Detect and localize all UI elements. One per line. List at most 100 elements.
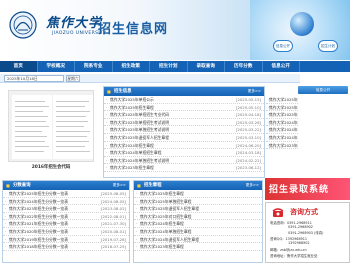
list-item[interactable]: 焦作大学2025年单招招生专业代码 [266,104,298,112]
code-book-image[interactable] [8,90,94,162]
list-item-text[interactable]: 焦作大学2021年招生分分数一览表 [9,221,68,226]
list-item-text[interactable]: 焦作大学2024年单招招生章程 [110,150,161,155]
list-item[interactable]: 焦作大学2025年单独招生章程 [134,198,262,206]
charter-panel-title: 招生章程 [144,183,162,188]
nav-item-scores[interactable]: 历年分数 [225,61,263,72]
list-item[interactable]: 焦作大学2025年招生分分数一览表 [2025-08-05] [3,190,129,198]
list-item-text[interactable]: 焦作大学2024年招生章程 [110,143,154,148]
scores-panel-title: 分数查询 [13,183,31,188]
list-item-date: [2025-05-15] [235,97,261,102]
contact-line: 1392968902 [288,241,310,245]
list-item-date: [2024-06-20] [235,142,261,148]
list-item[interactable]: 焦作大学2023年招生分分数一览表 [2023-08-02] [3,205,129,213]
list-item-date: [2021-07-30] [100,221,126,227]
list-item[interactable]: 焦作大学2025年招生章程 [134,190,262,198]
list-item[interactable]: 焦作大学2024年单独招生章程 [134,228,262,236]
scores-panel: 分数查询 更多>> 焦作大学2025年招生分分数一览表[2025-08-05] … [2,180,130,263]
list-item[interactable]: 焦作大学2022年招生分分数一览表 [2022-08-01] [3,213,129,221]
list-item-date: [2023-08-02] [100,206,126,212]
list-item[interactable]: 焦作大学2025年对口招生章程 [134,213,262,221]
list-item-text[interactable]: 焦作大学2018年招生分分数一览表 [9,244,68,249]
list-item-text[interactable]: 焦作大学2023年招生分分数一览表 [9,206,68,211]
list-item[interactable]: 焦作大学2024年招生章程 [2024-06-20] [104,142,264,150]
list-item[interactable]: 焦作大学2023年招生章程 [2023-06-12] [104,164,264,172]
list-item-text[interactable]: 焦作大学2025年单招招生考试说明 [110,120,169,125]
contact-line: 0391-2968902 [288,225,313,229]
list-item-text[interactable]: 焦作大学2024年单独招生考试说明 [110,158,169,163]
book-left-page [12,95,52,159]
list-item-date: [2024-08-05] [100,198,126,204]
list-item[interactable]: 焦作大学2019年招生分分数一览表 [2019-07-28] [3,236,129,244]
list-item[interactable]: 焦作大学2024年招生章程 [266,119,298,127]
list-item[interactable]: 焦作大学2025年退役军人招生章程 [134,205,262,213]
list-item-date: [2025-04-18] [235,112,261,118]
list-item[interactable]: 焦作大学2023年招生章程 [266,142,298,150]
news-panel: 招生信息 更多>> 焦作大学2025年单招公示 [2025-05-15] 焦作大学… [103,86,265,178]
news-more-link[interactable]: 更多>> [248,87,261,96]
feature-image-caption[interactable]: 2016年招生会代码 [2,164,100,170]
contact-title: 咨询方式 [290,208,318,216]
nav-filler [300,61,350,72]
list-item-text[interactable]: 焦作大学2025年招生分分数一览表 [9,191,68,196]
list-item[interactable]: 焦作大学2024年单独招生分招一览表 [266,134,298,142]
list-item-text[interactable]: 焦作大学2025年单独招生考试说明 [110,127,169,132]
list-item[interactable]: 焦作大学2024年单招招生章程 [2024-03-18] [104,149,264,157]
contact-box: 咨询方式 电话咨询：0391-2968911 0391-2968902 0391… [265,202,350,263]
charter-panel: 招生章程 更多>> 焦作大学2025年招生章程 焦作大学2025年单独招生章程 … [133,180,263,263]
news-panel-title: 招生信息 [114,89,132,94]
list-item-text[interactable]: 焦作大学2020年招生分分数一览表 [9,229,68,234]
nav-item-overview[interactable]: 学校概况 [38,61,75,72]
list-item[interactable]: 焦作大学2025年单独招生考试说明 [2025-03-22] [104,126,264,134]
list-item-text[interactable]: 焦作大学2025年退役军人招生章程 [110,135,169,140]
admission-system-label[interactable]: 招生录取系统 [269,182,329,195]
list-item-date: [2023-06-12] [235,165,261,171]
scores-more-link[interactable]: 更多>> [113,181,126,190]
list-item[interactable]: 焦作大学2021年招生分分数一览表 [2021-07-30] [3,220,129,228]
list-item-date: [2019-07-28] [100,236,126,242]
header-button-plan[interactable]: 招生计划 [318,40,338,52]
nav-item-departments[interactable]: 院系专业 [75,61,113,72]
nav-item-disclosure[interactable]: 信息公开 [263,61,300,72]
list-item[interactable]: 焦作大学2025年退役军人招生章程 [2025-03-10] [104,134,264,142]
list-item-text[interactable]: 焦作大学2023年招生章程 [110,165,154,170]
list-item[interactable]: 焦作大学2024年退役军人招生章程 [134,236,262,244]
list-item-text[interactable]: 焦作大学2025年招生章程 [110,105,154,110]
nav-item-home[interactable]: 首页 [0,61,38,72]
header-button-info[interactable]: 信息公开 [273,40,293,52]
phone-icon [272,208,284,217]
admission-system-banner[interactable]: 招生录取系统 [265,178,350,200]
contact-line: 邮箱：zsb@jzu.edu.cn [270,248,307,252]
list-item-text[interactable]: 焦作大学2024年招生分分数一览表 [9,199,68,204]
list-item-text[interactable]: 焦作大学2019年招生分分数一览表 [9,237,68,242]
nav-item-plan[interactable]: 招生计划 [150,61,188,72]
list-item[interactable]: 焦作大学2025年单招招生专业代码 [2025-04-18] [104,111,264,119]
list-item[interactable]: 焦作大学2025年招生章程 [266,96,298,104]
list-item-text[interactable]: 焦作大学2025年单招公示 [110,97,154,102]
list-item[interactable]: 焦作大学2023年招生章程 [134,243,262,251]
list-item-text[interactable]: 焦作大学2022年招生分分数一览表 [9,214,68,219]
list-item[interactable]: 焦作大学2025年单招考试说明 [266,111,298,119]
list-item[interactable]: 焦作大学2024年单招招生专业代码 [266,126,298,134]
list-item[interactable]: 焦作大学2025年单招公示 [2025-05-15] [104,96,264,104]
list-item[interactable]: 焦作大学2018年招生分分数一览表 [2018-07-25] [3,243,129,251]
charter-more-link[interactable]: 更多>> [246,181,259,190]
side-list: 焦作大学2025年招生章程 焦作大学2025年单招招生专业代码 焦作大学2025… [266,96,298,176]
site-title: 招生信息网 [98,22,169,37]
list-item[interactable]: 焦作大学2024年招生分分数一览表 [2024-08-05] [3,198,129,206]
feature-image-block[interactable]: 2016年招生会代码 [2,86,100,176]
scores-panel-header: 分数查询 更多>> [3,181,129,190]
quick-link-1[interactable]: 信息公开 [298,86,348,94]
contact-line: 咨询地址：焦作大学招生就业处 [270,254,318,258]
list-item[interactable]: 焦作大学2024年单独招生考试说明 [2024-02-22] [104,157,264,165]
nav-item-policy[interactable]: 招生政策 [113,61,150,72]
list-item-date: [2025-08-05] [100,191,126,196]
list-item-text[interactable]: 焦作大学2025年单招招生专业代码 [110,112,169,117]
list-item-date: [2020-08-01] [100,228,126,234]
list-item[interactable]: 焦作大学2025年单招招生考试说明 [2025-03-26] [104,119,264,127]
nav-item-admission[interactable]: 录取查询 [188,61,225,72]
list-item[interactable]: 焦作大学2020年招生分分数一览表 [2020-08-01] [3,228,129,236]
weekday-display: 星期六 [66,75,80,82]
list-item[interactable]: 焦作大学2024年招生章程 [134,220,262,228]
list-item[interactable]: 焦作大学2025年招生章程 [2025-05-10] [104,104,264,112]
contact-line: 0391-2968903 (传真) [288,231,324,235]
